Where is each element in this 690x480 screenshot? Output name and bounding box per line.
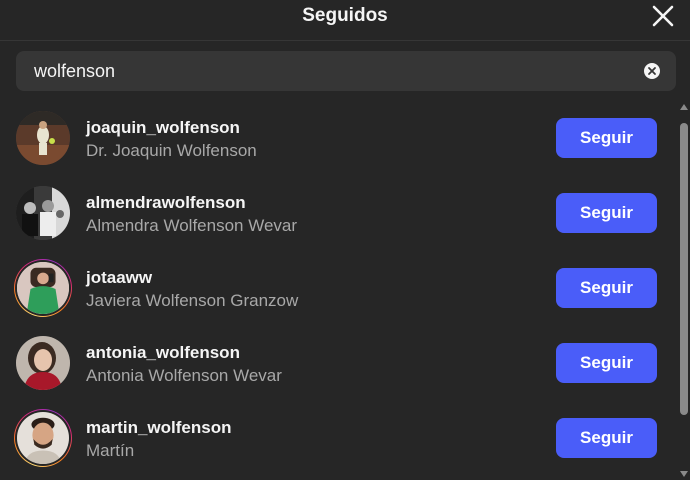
story-ring[interactable]	[14, 259, 72, 317]
close-button[interactable]	[650, 3, 676, 29]
avatar-photo	[17, 262, 69, 314]
follow-button[interactable]: Seguir	[556, 343, 657, 383]
avatar[interactable]	[16, 336, 70, 390]
user-row[interactable]: antonia_wolfenson Antonia Wolfenson Weva…	[0, 326, 676, 401]
avatar-photo	[16, 186, 70, 240]
scrollbar[interactable]	[678, 101, 690, 480]
avatar[interactable]	[17, 412, 69, 464]
close-icon	[652, 5, 674, 27]
search-box	[16, 51, 676, 91]
full-name: Javiera Wolfenson Granzow	[86, 291, 299, 310]
full-name: Dr. Joaquin Wolfenson	[86, 141, 257, 160]
avatar[interactable]	[16, 186, 70, 240]
user-row[interactable]: jotaaww Javiera Wolfenson Granzow Seguir	[0, 251, 676, 326]
clear-search-icon	[644, 63, 660, 79]
avatar-photo	[16, 336, 70, 390]
avatar-photo	[17, 412, 69, 464]
dialog-title: Seguidos	[302, 5, 388, 26]
follow-button[interactable]: Seguir	[556, 118, 657, 158]
username[interactable]: jotaaww	[86, 268, 152, 288]
user-row[interactable]: martin_wolfenson Martín Seguir	[0, 401, 676, 476]
avatar-wrapper[interactable]	[14, 184, 72, 242]
clear-search-button[interactable]	[644, 63, 660, 79]
full-name: Antonia Wolfenson Wevar	[86, 366, 282, 385]
scrollbar-thumb[interactable]	[680, 123, 688, 415]
full-name: Martín	[86, 441, 135, 460]
follow-button[interactable]: Seguir	[556, 193, 657, 233]
username[interactable]: martin_wolfenson	[86, 418, 231, 438]
avatar-wrapper[interactable]	[14, 109, 72, 167]
avatar[interactable]	[16, 111, 70, 165]
username[interactable]: joaquin_wolfenson	[86, 118, 240, 138]
dialog-header: Seguidos	[0, 0, 690, 41]
follow-button[interactable]: Seguir	[556, 268, 657, 308]
avatar-wrapper[interactable]	[14, 334, 72, 392]
follow-button[interactable]: Seguir	[556, 418, 657, 458]
following-list: joaquin_wolfenson Dr. Joaquin Wolfenson …	[0, 101, 676, 480]
full-name: Almendra Wolfenson Wevar	[86, 216, 298, 235]
search-input[interactable]	[34, 51, 634, 91]
username[interactable]: almendrawolfenson	[86, 193, 246, 213]
avatar-photo	[16, 111, 70, 165]
scroll-up-arrow-icon[interactable]	[680, 104, 688, 110]
scroll-down-arrow-icon[interactable]	[680, 471, 688, 477]
username[interactable]: antonia_wolfenson	[86, 343, 240, 363]
avatar[interactable]	[17, 262, 69, 314]
user-row[interactable]: almendrawolfenson Almendra Wolfenson Wev…	[0, 176, 676, 251]
story-ring[interactable]	[14, 409, 72, 467]
user-row[interactable]: joaquin_wolfenson Dr. Joaquin Wolfenson …	[0, 101, 676, 176]
